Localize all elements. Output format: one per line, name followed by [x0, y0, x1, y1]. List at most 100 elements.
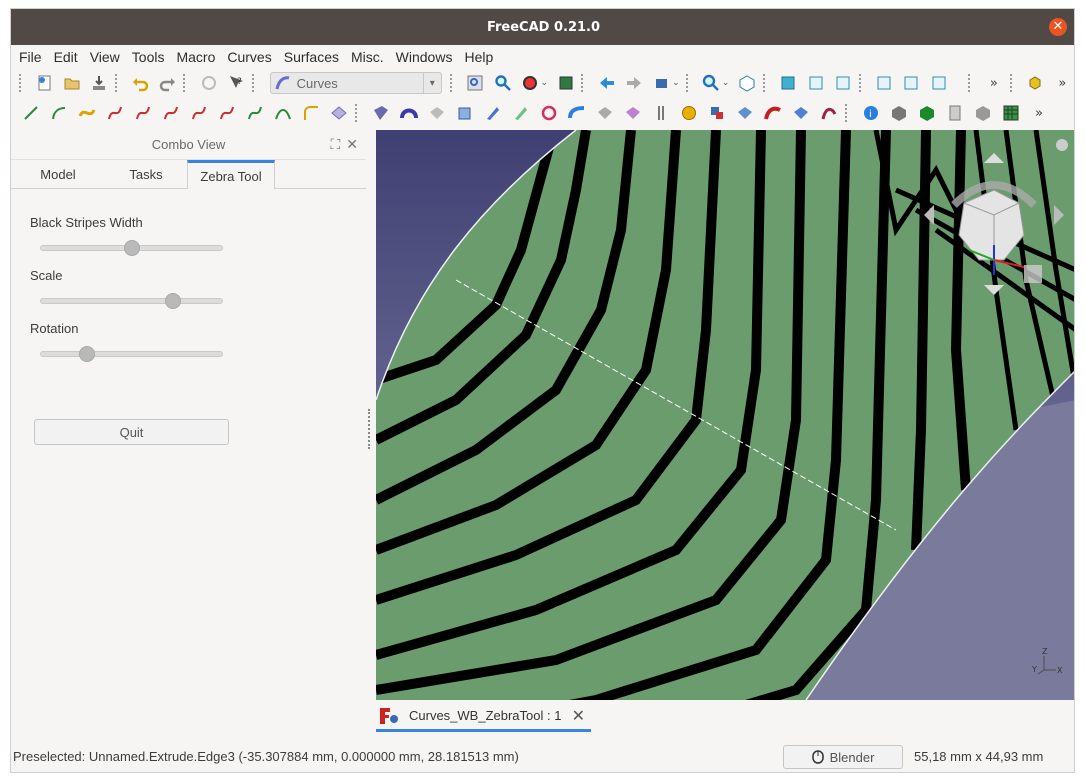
menu-file[interactable]: File — [13, 49, 48, 65]
menu-view[interactable]: View — [84, 49, 126, 65]
chevron-down-icon[interactable]: ⌄ — [722, 78, 730, 88]
spline-tool-4-icon[interactable] — [189, 103, 209, 123]
spline-tool-5-icon[interactable] — [217, 103, 237, 123]
top-view-icon[interactable] — [806, 73, 825, 93]
trim-icon[interactable] — [595, 103, 615, 123]
tab-model[interactable]: Model — [11, 160, 105, 189]
slider-handle[interactable] — [78, 346, 95, 362]
surface-tool-icon[interactable] — [329, 103, 349, 123]
toolbar-grip[interactable] — [762, 74, 769, 92]
rear-view-icon[interactable] — [874, 73, 893, 93]
solid-cube-icon[interactable] — [917, 103, 937, 123]
stereo-icon[interactable] — [652, 73, 671, 93]
grid-icon[interactable] — [1001, 103, 1021, 123]
back-icon[interactable] — [597, 73, 616, 93]
open-folder-icon[interactable] — [62, 73, 81, 93]
new-document-icon[interactable] — [35, 73, 54, 93]
explode-icon[interactable] — [973, 103, 993, 123]
menu-curves[interactable]: Curves — [221, 49, 277, 65]
shape-cube-icon[interactable] — [889, 103, 909, 123]
toolbar-grip[interactable] — [114, 74, 121, 92]
forward-icon[interactable] — [625, 73, 644, 93]
tab-tasks[interactable]: Tasks — [105, 160, 187, 189]
menu-tools[interactable]: Tools — [126, 49, 171, 65]
right-view-icon[interactable] — [833, 73, 852, 93]
menu-macro[interactable]: Macro — [170, 49, 221, 65]
toolbar-grip[interactable] — [355, 104, 361, 122]
document-tab[interactable]: Curves_WB_ZebraTool : 1 ✕ — [376, 702, 591, 732]
script-icon[interactable] — [945, 103, 965, 123]
bounding-box-icon[interactable] — [556, 73, 575, 93]
bend-icon[interactable] — [567, 103, 587, 123]
zoom-icon[interactable] — [702, 73, 721, 93]
toolbar-grip[interactable] — [183, 74, 189, 92]
float-panel-icon[interactable]: ⛶ — [330, 136, 340, 153]
navigation-style-button[interactable]: Blender — [783, 745, 903, 769]
gordon-icon[interactable] — [427, 103, 447, 123]
3d-viewport[interactable]: Z X Y — [376, 130, 1074, 700]
slider-handle[interactable] — [164, 293, 181, 309]
curve-tool-icon[interactable] — [49, 103, 69, 123]
panel-splitter[interactable] — [368, 409, 372, 449]
blend-surface-icon[interactable] — [763, 103, 783, 123]
pipe-icon[interactable] — [539, 103, 559, 123]
draw-style-icon[interactable] — [520, 73, 539, 93]
parametric-icon[interactable] — [735, 103, 755, 123]
comb-icon[interactable] — [651, 103, 671, 123]
box-icon[interactable] — [455, 103, 475, 123]
line-tool-icon[interactable] — [21, 103, 41, 123]
menu-edit[interactable]: Edit — [48, 49, 84, 65]
quit-button[interactable]: Quit — [34, 419, 229, 445]
flatten-icon[interactable] — [791, 103, 811, 123]
toolbar-overflow-icon-3[interactable]: » — [1029, 103, 1049, 123]
mixed-curve-icon[interactable] — [707, 103, 727, 123]
toolbar-grip[interactable] — [968, 74, 974, 92]
slider-handle[interactable] — [123, 240, 140, 256]
menu-misc[interactable]: Misc. — [345, 49, 390, 65]
front-view-icon[interactable] — [779, 73, 798, 93]
chevron-down-icon[interactable]: ⌄ — [672, 78, 680, 88]
part-icon[interactable] — [1025, 73, 1044, 93]
blend-curve-icon[interactable] — [77, 103, 97, 123]
sketch-on-surface-icon[interactable] — [371, 103, 391, 123]
bottom-view-icon[interactable] — [902, 73, 921, 93]
toolbar-grip[interactable] — [845, 104, 851, 122]
close-tab-icon[interactable]: ✕ — [572, 706, 585, 726]
left-view-icon[interactable] — [929, 73, 948, 93]
menu-help[interactable]: Help — [458, 49, 499, 65]
toolbar-grip[interactable] — [685, 74, 692, 92]
rotation-slider[interactable] — [40, 346, 223, 362]
fillet-tool-icon[interactable] — [301, 103, 321, 123]
spline-tool-2-icon[interactable] — [133, 103, 153, 123]
arc-tool-icon[interactable] — [273, 103, 293, 123]
spline-tool-3-icon[interactable] — [161, 103, 181, 123]
toolbar-grip[interactable] — [251, 74, 258, 92]
menu-windows[interactable]: Windows — [390, 49, 459, 65]
toolbar-grip[interactable] — [581, 74, 587, 92]
loft-icon[interactable] — [483, 103, 503, 123]
chevron-down-icon[interactable]: ⌄ — [541, 78, 549, 88]
chevron-down-icon[interactable]: ▾ — [422, 73, 441, 93]
isometric-view-icon[interactable] — [737, 73, 756, 93]
refresh-icon[interactable] — [199, 73, 218, 93]
scale-slider[interactable] — [40, 293, 223, 309]
toolbar-grip[interactable] — [858, 74, 865, 92]
toolbar-grip[interactable] — [449, 74, 456, 92]
fit-selection-icon[interactable] — [493, 73, 512, 93]
sphere-icon[interactable] — [679, 103, 699, 123]
fit-all-icon[interactable] — [466, 73, 485, 93]
whats-this-icon[interactable]: ? — [226, 73, 245, 93]
save-icon[interactable] — [89, 73, 108, 93]
ribbon-icon[interactable] — [511, 103, 531, 123]
toolbar-overflow-icon-2[interactable]: » — [1053, 73, 1072, 93]
undo-icon[interactable] — [131, 73, 150, 93]
extend-icon[interactable] — [623, 103, 643, 123]
spline-tool-1-icon[interactable] — [105, 103, 125, 123]
info-icon[interactable]: i — [861, 103, 881, 123]
sweep-icon[interactable] — [399, 103, 419, 123]
close-panel-icon[interactable]: ✕ — [346, 136, 358, 153]
menu-surfaces[interactable]: Surfaces — [278, 49, 345, 65]
workbench-selector[interactable]: Curves ▾ — [269, 72, 442, 94]
toolbar-overflow-icon[interactable]: » — [984, 73, 1003, 93]
redo-icon[interactable] — [158, 73, 177, 93]
